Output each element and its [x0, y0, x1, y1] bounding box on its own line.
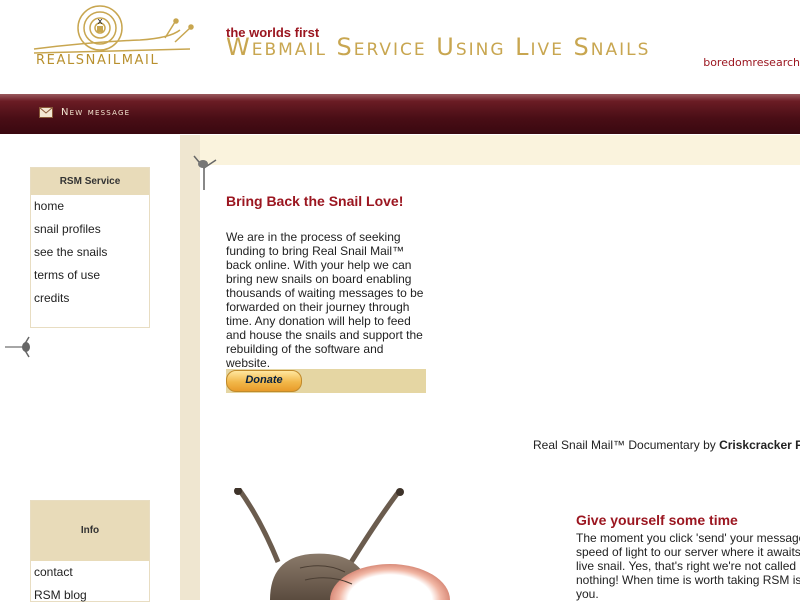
give-time-line: live snail. Yes, that's right we're not … — [576, 559, 797, 573]
nav-link-terms-of-use[interactable]: terms of use — [31, 266, 149, 289]
rsm-service-title: RSM Service — [31, 168, 149, 195]
envelope-icon — [39, 107, 53, 118]
snail-photo-image — [234, 488, 450, 600]
give-time-title: Give yourself some time — [576, 512, 738, 528]
give-time-line: you. — [576, 587, 599, 601]
documentary-credit: Real Snail Mail™ Documentary by Criskcra… — [533, 438, 800, 452]
new-message-label: New message — [61, 107, 131, 118]
info-box: Info contact RSM blog — [30, 500, 150, 602]
give-time-text: The moment you click 'send' your message… — [576, 531, 800, 601]
give-time-line: The moment you click 'send' your message — [576, 531, 800, 545]
site-header: x REALSNAILMAIL the worlds first Webmail… — [0, 0, 800, 92]
logo-text: REALSNAILMAIL — [36, 53, 160, 68]
donate-button[interactable]: Donate — [226, 370, 302, 392]
documentary-author-link[interactable]: Criskcracker F — [719, 438, 800, 452]
nav-link-home[interactable]: home — [31, 197, 149, 220]
nav-link-contact[interactable]: contact — [31, 563, 149, 586]
new-message-link[interactable]: New message — [39, 107, 130, 118]
svg-text:x: x — [97, 17, 103, 27]
service-nav-list: home snail profiles see the snails terms… — [31, 195, 149, 312]
nav-link-credits[interactable]: credits — [31, 289, 149, 312]
nav-link-rsm-blog[interactable]: RSM blog — [31, 586, 149, 609]
content-top-band — [180, 135, 800, 165]
documentary-text: Real Snail Mail™ Documentary by — [533, 438, 720, 452]
give-time-line: nothing! When time is worth taking RSM i… — [576, 573, 800, 587]
snail-silhouette-icon — [193, 155, 217, 190]
donate-bar: Donate — [226, 369, 426, 393]
snail-silhouette-left-icon — [5, 336, 30, 358]
donate-section: Bring Back the Snail Love! We are in the… — [226, 193, 426, 370]
tagline-big: Webmail Service Using Live Snails — [226, 33, 651, 61]
info-title: Info — [31, 501, 149, 561]
brand-name[interactable]: boredomresearch — [703, 56, 800, 69]
info-nav-list: contact RSM blog — [31, 561, 149, 609]
left-strip — [0, 135, 30, 600]
donate-title: Bring Back the Snail Love! — [226, 193, 404, 209]
nav-link-see-the-snails[interactable]: see the snails — [31, 243, 149, 266]
nav-link-snail-profiles[interactable]: snail profiles — [31, 220, 149, 243]
give-time-section: Give yourself some time The moment you c… — [576, 512, 800, 601]
give-time-line: speed of light to our server where it aw… — [576, 545, 800, 559]
nav-bar: New message — [0, 94, 800, 134]
donate-text: We are in the process of seeking funding… — [226, 230, 424, 370]
content-side-band — [180, 135, 200, 600]
rsm-service-box: RSM Service home snail profiles see the … — [30, 167, 150, 328]
